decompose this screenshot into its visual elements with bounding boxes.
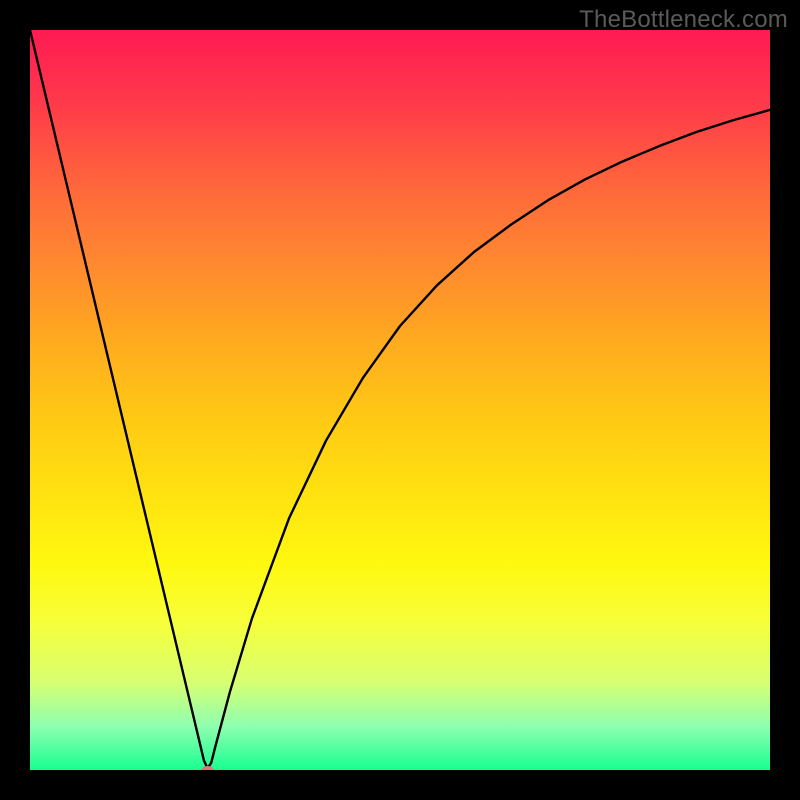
bottleneck-curve xyxy=(30,30,770,769)
plot-area xyxy=(30,30,770,770)
watermark-text: TheBottleneck.com xyxy=(579,6,788,34)
optimum-marker xyxy=(202,766,214,770)
chart-svg xyxy=(30,30,770,770)
chart-frame: TheBottleneck.com xyxy=(0,0,800,800)
